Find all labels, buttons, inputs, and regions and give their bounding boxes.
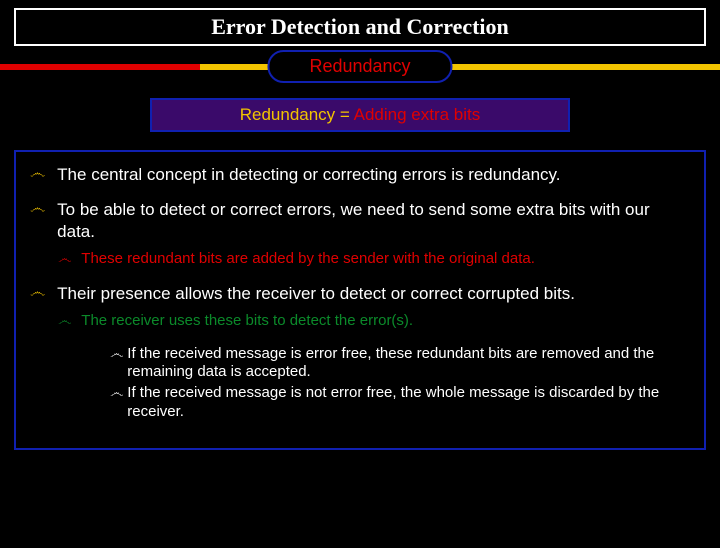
bullet-text: The central concept in detecting or corr… (57, 164, 560, 185)
swirl-icon: ෴ (30, 283, 45, 303)
equation-right: Adding extra bits (354, 105, 481, 124)
bullet-level3: ෴ If the received message is error free,… (110, 345, 690, 383)
swirl-icon: ෴ (30, 164, 45, 184)
equation-left: Redundancy = (240, 105, 354, 124)
bullet-level2: ෴ These redundant bits are added by the … (58, 250, 690, 269)
swirl-icon: ෴ (30, 199, 45, 219)
bullet-group: ෴ Their presence allows the receiver to … (30, 283, 690, 422)
content-box: ෴ The central concept in detecting or co… (14, 150, 706, 450)
swirl-icon: ෴ (110, 345, 123, 363)
slide: Error Detection and Correction Redundanc… (0, 8, 720, 548)
slide-title: Error Detection and Correction (211, 14, 509, 39)
subtitle-pill: Redundancy (267, 50, 452, 83)
bullet-level2: ෴ The receiver uses these bits to detect… (58, 312, 690, 331)
subtitle-text: Redundancy (309, 56, 410, 76)
swirl-icon: ෴ (110, 384, 123, 402)
accent-stripe-row: Redundancy (0, 50, 720, 84)
equation-box: Redundancy = Adding extra bits (150, 98, 570, 132)
swirl-icon: ෴ (58, 312, 71, 330)
bullet-text: If the received message is not error fre… (127, 384, 690, 422)
bullet-level1: ෴ Their presence allows the receiver to … (30, 283, 690, 304)
bullet-text: The receiver uses these bits to detect t… (81, 312, 413, 331)
bullet-text: To be able to detect or correct errors, … (57, 199, 690, 242)
bullet-text: Their presence allows the receiver to de… (57, 283, 575, 304)
bullet-text: If the received message is error free, t… (127, 345, 690, 383)
bullet-level1: ෴ The central concept in detecting or co… (30, 164, 690, 185)
bullet-level3: ෴ If the received message is not error f… (110, 384, 690, 422)
title-bar: Error Detection and Correction (14, 8, 706, 46)
bullet-text: These redundant bits are added by the se… (81, 250, 535, 269)
bullet-level1: ෴ To be able to detect or correct errors… (30, 199, 690, 242)
swirl-icon: ෴ (58, 250, 71, 268)
bullet-group: ෴ To be able to detect or correct errors… (30, 199, 690, 268)
